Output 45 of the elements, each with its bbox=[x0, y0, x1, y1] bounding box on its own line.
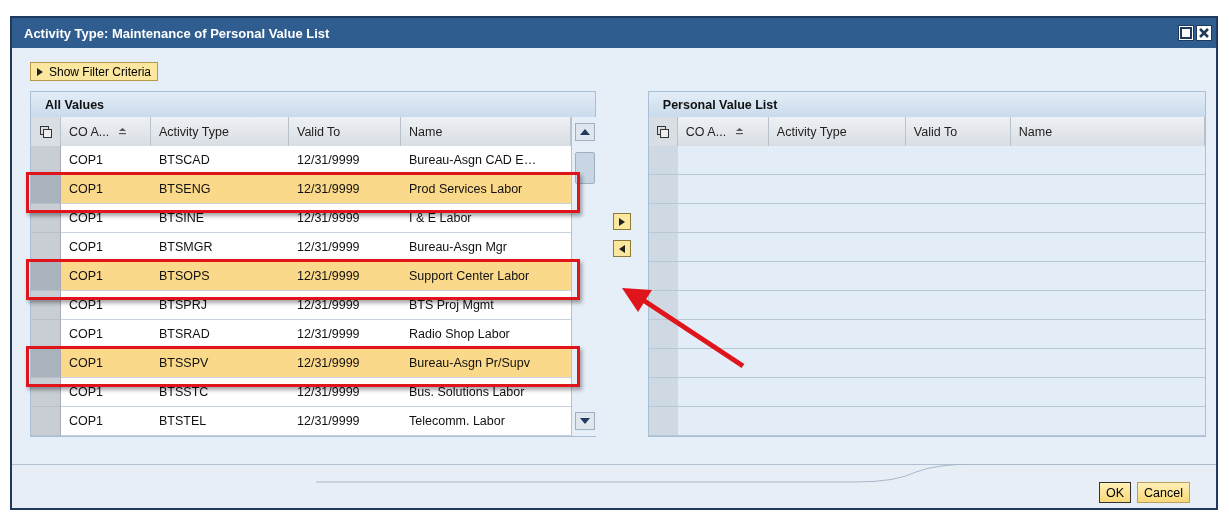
column-header[interactable]: Valid To bbox=[905, 117, 1011, 146]
table-cell: Bureau-Asgn Pr/Supv bbox=[401, 349, 571, 378]
table-cell: Prod Services Labor bbox=[401, 175, 571, 204]
row-selector[interactable] bbox=[648, 320, 678, 349]
right-triangle-icon bbox=[618, 217, 625, 226]
table-cell: BTSOPS bbox=[151, 262, 289, 291]
scroll-down-button[interactable] bbox=[574, 412, 595, 430]
show-filter-button[interactable]: Show Filter Criteria bbox=[30, 62, 159, 81]
up-arrow-icon bbox=[579, 129, 590, 135]
column-header[interactable]: Name bbox=[1010, 117, 1205, 146]
caret-icon bbox=[37, 67, 43, 76]
left-triangle-icon bbox=[618, 244, 625, 253]
table-cell: 12/31/9999 bbox=[289, 407, 401, 436]
column-settings-icon[interactable] bbox=[648, 117, 678, 146]
table-cell: COP1 bbox=[61, 262, 151, 291]
table-cell: COP1 bbox=[61, 175, 151, 204]
scroll-up-button[interactable] bbox=[574, 123, 595, 141]
remove-button[interactable] bbox=[612, 240, 631, 257]
table-cell: BTSTEL bbox=[151, 407, 289, 436]
column-header[interactable]: Name bbox=[401, 117, 571, 146]
table-cell: BTSSPV bbox=[151, 349, 289, 378]
down-arrow-icon bbox=[579, 418, 590, 424]
column-header[interactable]: Activity Type bbox=[768, 117, 906, 146]
table-cell: 12/31/9999 bbox=[289, 349, 401, 378]
add-button[interactable] bbox=[612, 213, 631, 230]
panel-title: All Values bbox=[45, 97, 105, 112]
table-cell: COP1 bbox=[61, 407, 151, 436]
maximize-icon[interactable] bbox=[1178, 25, 1194, 41]
panel-title: Personal Value List bbox=[662, 97, 778, 112]
table-cell: Support Center Labor bbox=[401, 262, 571, 291]
scroll-thumb[interactable] bbox=[574, 152, 595, 184]
column-header[interactable]: Valid To bbox=[289, 117, 401, 146]
column-header[interactable]: Activity Type bbox=[151, 117, 289, 146]
table-cell: Telecomm. Labor bbox=[401, 407, 571, 436]
column-header[interactable]: CO A... bbox=[61, 117, 151, 146]
table-cell: BTSENG bbox=[151, 175, 289, 204]
dialog-button[interactable]: OK bbox=[1099, 482, 1132, 503]
table-cell: 12/31/9999 bbox=[289, 262, 401, 291]
table-cell: COP1 bbox=[61, 349, 151, 378]
column-header[interactable]: CO A... bbox=[677, 117, 769, 146]
window-title: Activity Type: Maintenance of Personal Value List bbox=[24, 25, 330, 41]
table-cell: 12/31/9999 bbox=[289, 175, 401, 204]
column-settings-icon[interactable] bbox=[31, 117, 61, 146]
dialog-button[interactable]: Cancel bbox=[1137, 482, 1190, 503]
close-icon[interactable] bbox=[1196, 25, 1212, 41]
